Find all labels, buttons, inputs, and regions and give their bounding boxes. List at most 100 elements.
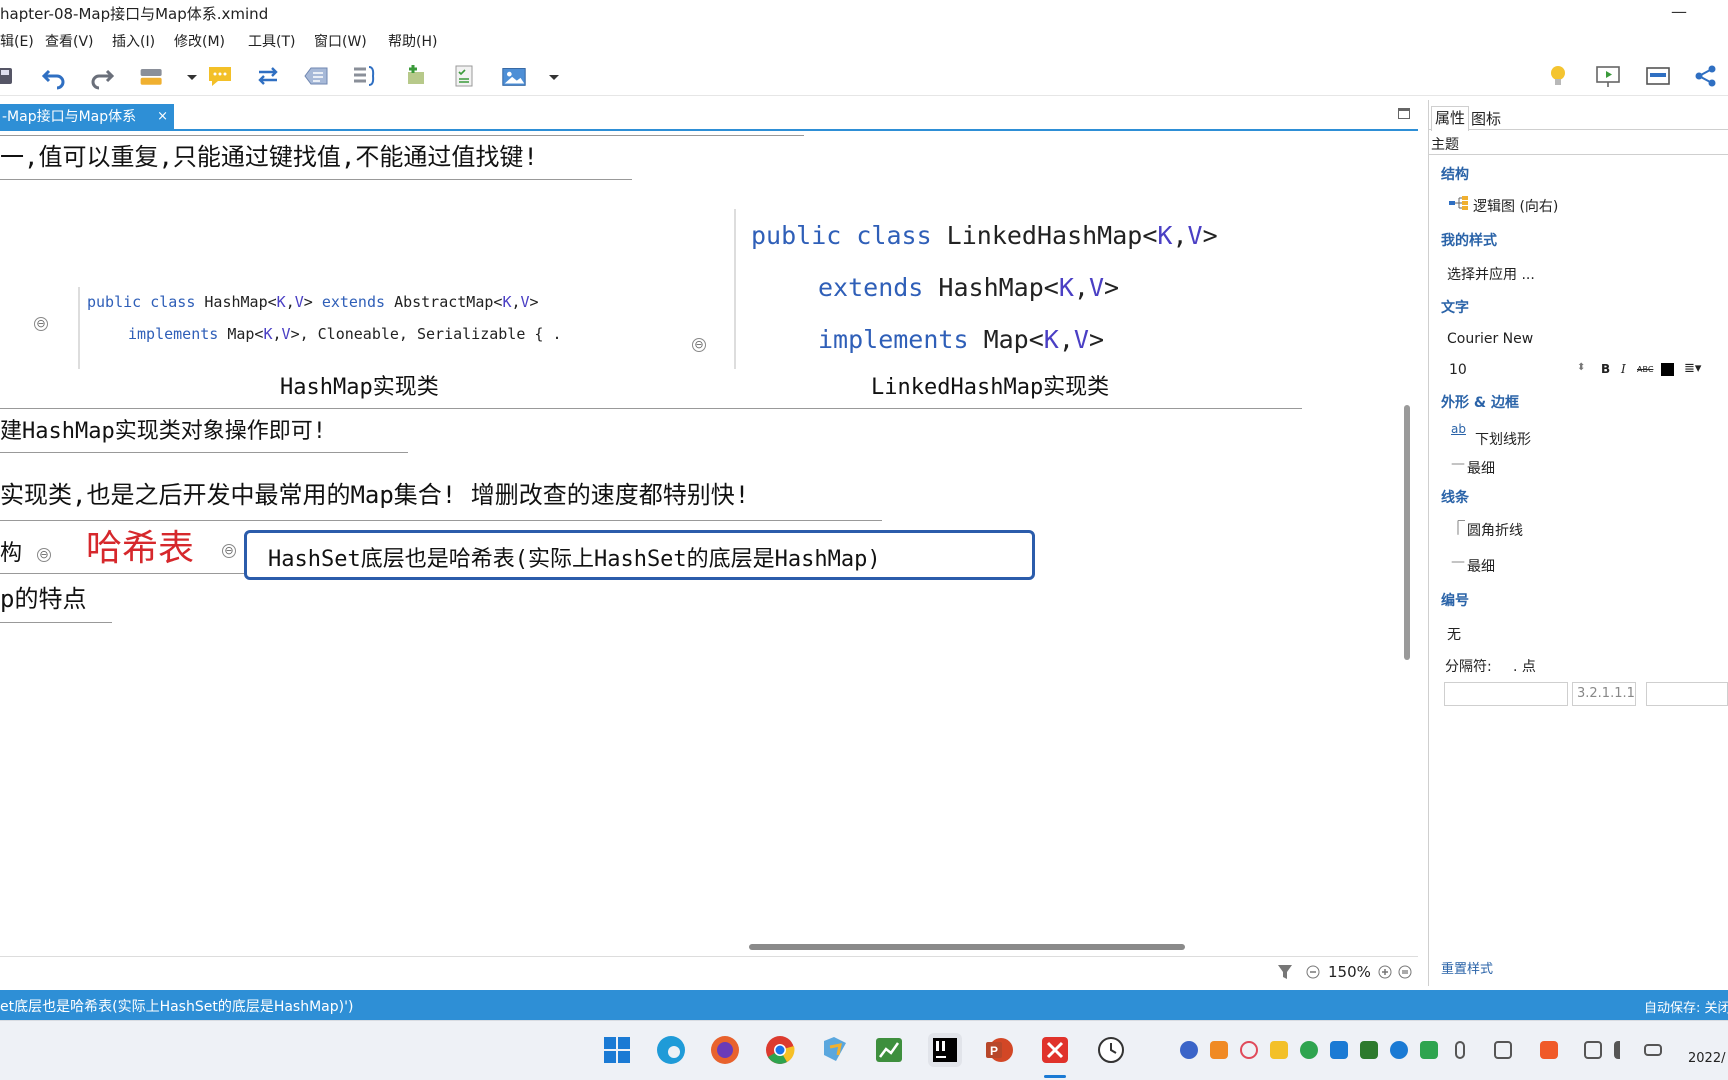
linkedhashmap-caption[interactable]: LinkedHashMap实现类 [871, 369, 1109, 401]
strikethrough-icon[interactable]: ABC [1637, 365, 1653, 374]
nvidia-icon[interactable] [1360, 1041, 1378, 1059]
tab-icons[interactable]: 图标 [1471, 108, 1501, 129]
menu-tools[interactable]: 工具(T) [248, 31, 295, 51]
undo-icon[interactable] [40, 62, 68, 90]
collapse-icon[interactable]: ⊖ [692, 338, 706, 352]
topic-node-map-keys[interactable]: 一,值可以重复,只能通过键找值,不能通过值找键! [0, 137, 538, 172]
lightbulb-icon[interactable] [1544, 62, 1572, 90]
intellij-icon[interactable] [928, 1033, 962, 1067]
tray-app-icon[interactable] [1180, 1041, 1198, 1059]
menu-insert[interactable]: 插入(I) [112, 31, 155, 51]
dropdown-icon[interactable] [178, 62, 197, 90]
topic-icon[interactable] [138, 62, 170, 90]
mindmap-canvas[interactable]: 一,值可以重复,只能通过键找值,不能通过值找键! ⊖ public class … [0, 131, 1400, 937]
line-value[interactable]: 圆角折线 [1467, 520, 1523, 540]
task-icon[interactable] [450, 62, 478, 90]
clock[interactable]: 2022/ [1688, 1051, 1725, 1066]
topic-node-features[interactable]: p的特点 [0, 579, 86, 614]
bluetooth-icon[interactable] [1390, 1041, 1408, 1059]
zoom-in-icon[interactable] [1378, 965, 1392, 979]
bold-icon[interactable]: B [1601, 362, 1610, 376]
numbering-suffix-input[interactable] [1646, 682, 1728, 706]
menu-help[interactable]: 帮助(H) [388, 31, 437, 51]
menu-view[interactable]: 查看(V) [45, 31, 94, 51]
topic-node-hashset[interactable]: HashSet底层也是哈希表(实际上HashSet的底层是HashMap) [268, 541, 881, 573]
image-icon[interactable] [500, 62, 530, 90]
menu-window[interactable]: 窗口(W) [314, 31, 367, 51]
view-icon[interactable] [1644, 62, 1672, 90]
maximize-icon[interactable] [1398, 108, 1410, 119]
topic-node-create-hashmap[interactable]: 建HashMap实现类对象操作即可! [0, 413, 326, 445]
topic-node-structure[interactable]: 构 [0, 535, 22, 567]
topic-node-hash-table[interactable]: 哈希表 [86, 519, 194, 571]
tab-properties[interactable]: 属性 [1431, 106, 1470, 131]
reset-style-link[interactable]: 重置样式 [1441, 958, 1493, 977]
callout-icon[interactable] [206, 62, 234, 90]
minimize-button[interactable]: — [1664, 0, 1694, 26]
filter-icon[interactable] [1276, 963, 1294, 981]
structure-value[interactable]: 逻辑图 (向右) [1473, 196, 1558, 216]
firefox-icon[interactable] [708, 1033, 742, 1067]
chart-app-icon[interactable] [872, 1033, 906, 1067]
italic-icon[interactable]: I [1621, 362, 1626, 376]
redo-icon[interactable] [88, 62, 116, 90]
collapse-icon[interactable]: ⊖ [34, 317, 48, 331]
active-app-indicator [1044, 1075, 1066, 1078]
speaker-icon[interactable] [1614, 1041, 1624, 1059]
tray-app-icon[interactable] [1300, 1041, 1318, 1059]
tray-app-icon[interactable] [1240, 1041, 1258, 1059]
line-weight[interactable]: 最细 [1467, 556, 1495, 576]
text-color-icon[interactable] [1661, 363, 1674, 376]
shield-icon[interactable] [1330, 1041, 1348, 1059]
zoom-fit-icon[interactable] [1398, 965, 1412, 979]
microphone-icon[interactable] [1455, 1041, 1465, 1059]
boundary-icon[interactable] [302, 62, 330, 90]
autosave-status[interactable]: 自动保存: 关闭 [1644, 997, 1728, 1016]
collapse-icon[interactable]: ⊖ [37, 548, 51, 562]
tray-app-icon[interactable] [1210, 1041, 1228, 1059]
hashmap-caption[interactable]: HashMap实现类 [280, 369, 439, 401]
insert-topic-icon[interactable] [402, 62, 430, 90]
presentation-icon[interactable] [1594, 62, 1622, 90]
apply-style-button[interactable]: 选择并应用 ... [1447, 264, 1535, 284]
save-icon[interactable] [0, 62, 22, 90]
shape-value[interactable]: 下划线形 [1475, 429, 1531, 449]
powerpoint-icon[interactable]: P [982, 1033, 1016, 1067]
numbering-format-field[interactable]: 3.2.1.1.1 [1572, 682, 1636, 706]
security-icon[interactable] [1420, 1041, 1438, 1059]
topic-node-hashmap-impl[interactable]: 实现类,也是之后开发中最常用的Map集合! 增删改查的速度都特别快! [0, 475, 749, 510]
numbering-prefix-input[interactable] [1444, 682, 1568, 706]
xmind-icon[interactable] [1038, 1033, 1072, 1067]
collapse-icon[interactable]: ⊖ [222, 544, 236, 558]
relationship-icon[interactable] [254, 62, 282, 90]
sogou-icon[interactable] [1540, 1041, 1558, 1059]
shape-weight[interactable]: 最细 [1467, 458, 1495, 478]
clock-app-icon[interactable] [1094, 1033, 1128, 1067]
separator-value[interactable]: . 点 [1513, 656, 1536, 676]
align-icon[interactable]: ≣▾ [1684, 361, 1701, 376]
menu-modify[interactable]: 修改(M) [174, 31, 225, 51]
explorer-icon[interactable] [818, 1033, 852, 1067]
selected-topic-box[interactable]: HashSet底层也是哈希表(实际上HashSet的底层是HashMap) [244, 530, 1035, 580]
input-method-icon[interactable] [1494, 1041, 1512, 1059]
font-name-select[interactable]: Courier New [1447, 331, 1533, 347]
summary-icon[interactable] [350, 62, 378, 90]
share-icon[interactable] [1692, 62, 1720, 90]
battery-icon[interactable] [1644, 1044, 1662, 1056]
network-icon[interactable] [1584, 1041, 1602, 1059]
edge-icon[interactable] [654, 1033, 688, 1067]
numbering-value[interactable]: 无 [1447, 624, 1461, 644]
zoom-out-icon[interactable] [1306, 965, 1320, 979]
chrome-icon[interactable] [763, 1033, 797, 1067]
close-icon[interactable]: × [157, 104, 168, 130]
spinner-icon[interactable]: ⬍ [1577, 362, 1585, 373]
dropdown-icon[interactable] [540, 62, 559, 90]
editor-tab[interactable]: -Map接口与Map体系 × [0, 104, 174, 130]
start-icon[interactable] [600, 1033, 634, 1067]
font-size-field[interactable]: 10 [1449, 362, 1467, 378]
horizontal-scrollbar[interactable] [749, 944, 1185, 950]
menu-edit[interactable]: 辑(E) [0, 31, 34, 51]
tray-app-icon[interactable] [1270, 1041, 1288, 1059]
theme-label[interactable]: 主题 [1431, 134, 1459, 154]
vertical-scrollbar[interactable] [1404, 405, 1410, 660]
